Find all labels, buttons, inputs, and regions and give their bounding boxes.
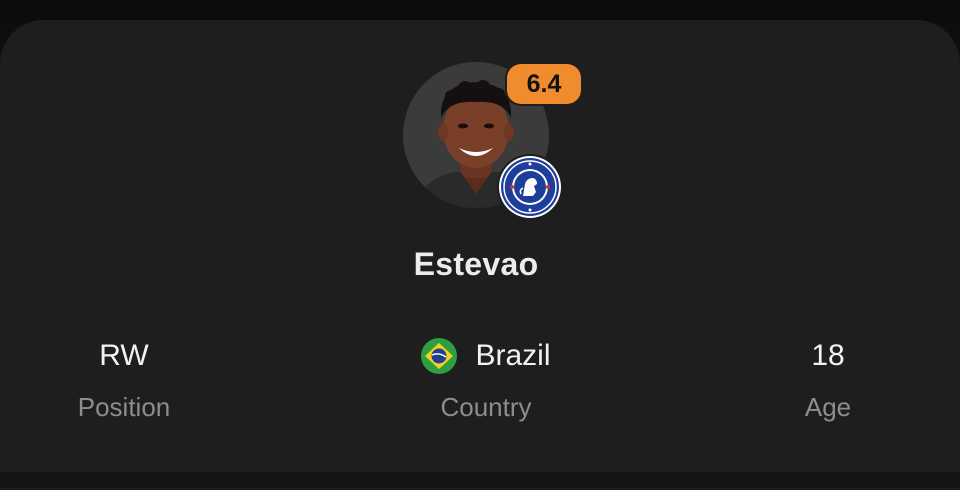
country-value: Brazil xyxy=(475,339,551,372)
stat-country: Brazil Country xyxy=(378,338,594,422)
player-card: ◤ 6.4 Estevao RW Position Brazil Country… xyxy=(0,20,960,490)
stat-position: RW Position xyxy=(24,338,224,422)
player-name: Estevao xyxy=(413,246,539,282)
status-bar xyxy=(0,0,960,22)
player-avatar-group[interactable]: 6.4 xyxy=(403,62,581,218)
position-value: RW xyxy=(99,339,149,372)
club-badge[interactable] xyxy=(499,156,561,218)
brazil-flag-icon xyxy=(421,338,458,374)
country-label: Country xyxy=(440,392,532,422)
bottom-divider xyxy=(0,472,960,488)
country-value-row: Brazil xyxy=(378,338,594,374)
age-label: Age xyxy=(804,392,852,422)
age-value: 18 xyxy=(811,339,845,372)
chelsea-crest-icon xyxy=(501,158,559,216)
position-label: Position xyxy=(77,392,171,422)
stat-age: 18 Age xyxy=(728,338,928,422)
corner-indicator: ◤ xyxy=(954,32,960,43)
rating-badge: 6.4 xyxy=(507,64,581,104)
